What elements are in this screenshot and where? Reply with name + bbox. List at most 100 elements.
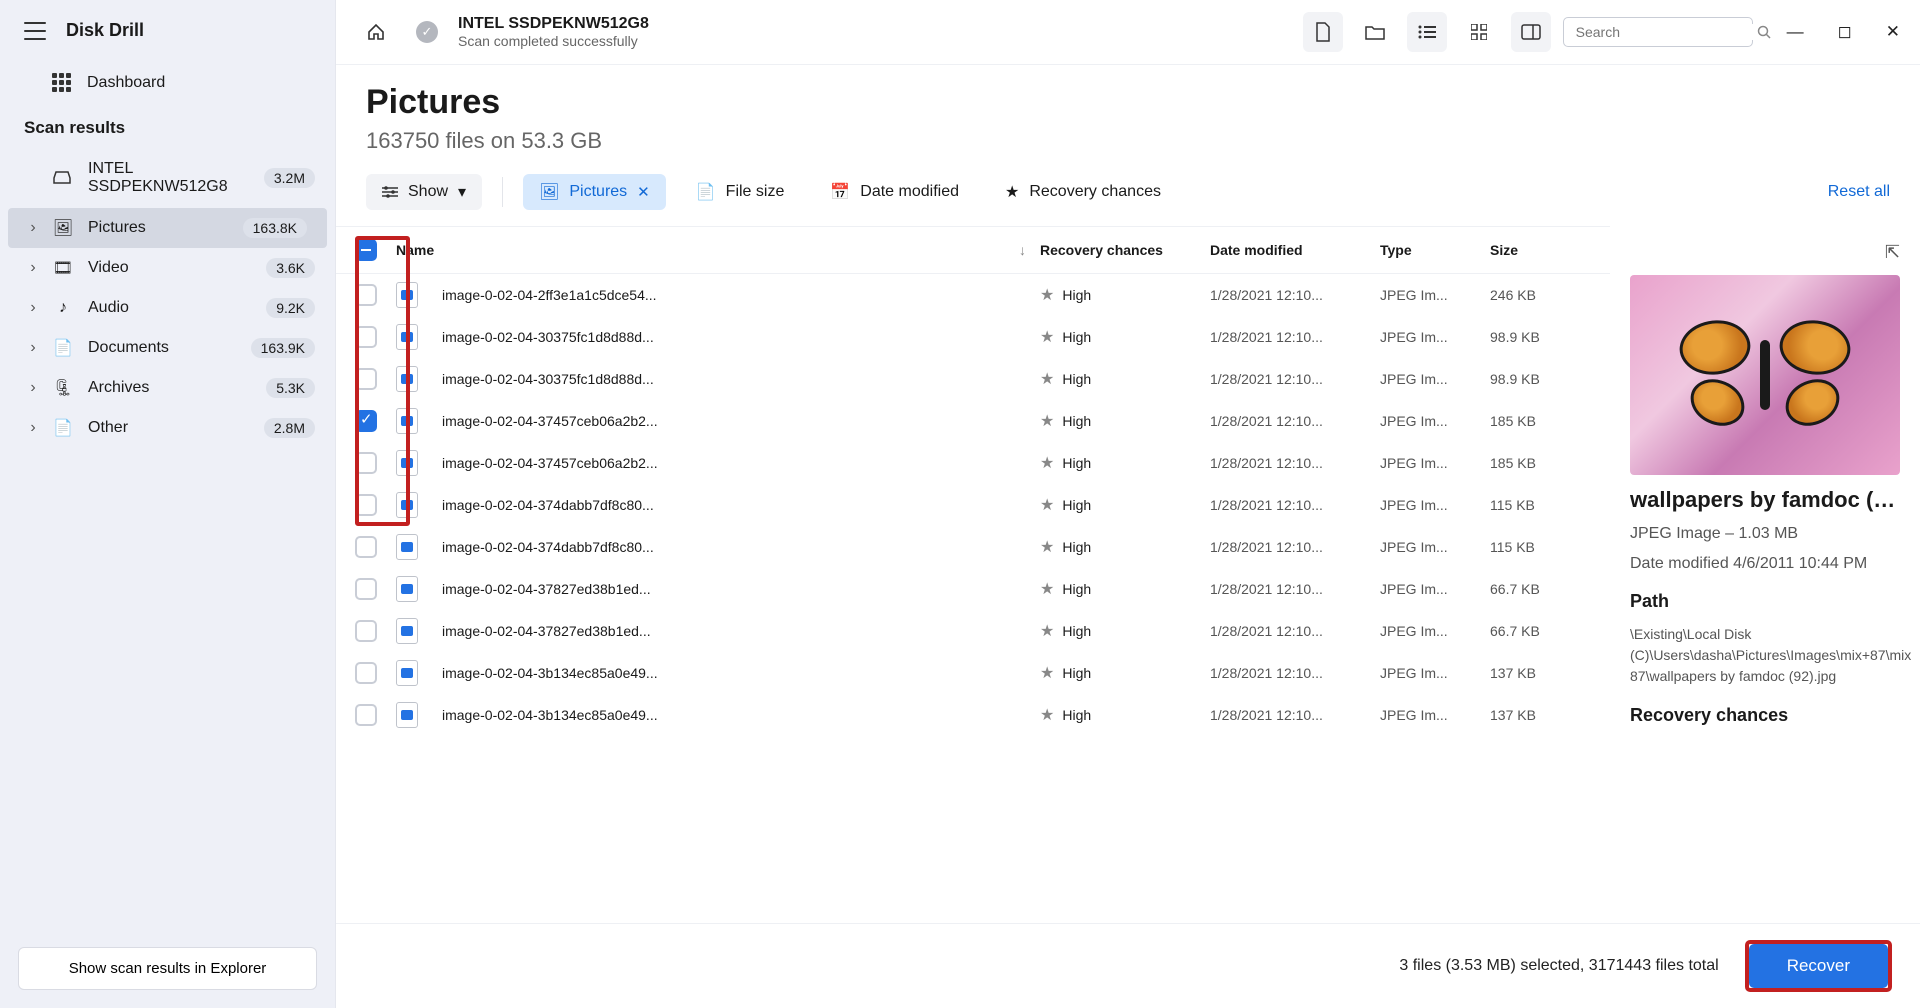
col-type[interactable]: Type <box>1380 242 1412 258</box>
size-value: 185 KB <box>1490 455 1610 471</box>
scan-subtitle: Scan completed successfully <box>458 33 649 49</box>
sidebar-item-archives[interactable]: › 🗜 Archives 5.3K <box>0 368 335 408</box>
filter-icon <box>382 186 398 198</box>
col-size[interactable]: Size <box>1490 242 1518 258</box>
row-checkbox[interactable] <box>355 452 377 474</box>
sidebar-item-video[interactable]: › 🎞 Video 3.6K <box>0 248 335 288</box>
recover-button[interactable]: Recover <box>1749 944 1888 988</box>
file-type-icon <box>396 408 418 434</box>
file-name: image-0-02-04-30375fc1d8d88d... <box>442 329 654 345</box>
row-checkbox[interactable] <box>355 326 377 348</box>
recovery-value: High <box>1062 581 1091 597</box>
recovery-value: High <box>1062 287 1091 303</box>
recovery-value: High <box>1062 497 1091 513</box>
file-name: image-0-02-04-374dabb7df8c80... <box>442 539 654 555</box>
table-row[interactable]: image-0-02-04-2ff3e1a1c5dce54... ★High 1… <box>336 274 1610 316</box>
chevron-right-icon: › <box>28 339 38 357</box>
category-icon: 🗜 <box>52 378 74 398</box>
filter-chip-recovery chances[interactable]: ★ Recovery chances <box>989 174 1177 210</box>
main: ✓ INTEL SSDPEKNW512G8 Scan completed suc… <box>336 0 1920 1008</box>
filter-chip-date modified[interactable]: 📅 Date modified <box>814 174 975 210</box>
preview-title: wallpapers by famdoc (9... <box>1630 487 1900 513</box>
file-icon[interactable] <box>1303 12 1343 52</box>
preview-image <box>1630 275 1900 475</box>
file-table: Name ↓ Recovery chances Date modified Typ… <box>336 226 1610 923</box>
type-value: JPEG Im... <box>1380 455 1490 471</box>
page-title: Pictures <box>366 83 1890 122</box>
table-row[interactable]: image-0-02-04-37457ceb06a2b2... ★High 1/… <box>336 400 1610 442</box>
sidebar-item-pictures[interactable]: › 🖼 Pictures 163.8K <box>8 208 327 248</box>
row-checkbox[interactable] <box>355 368 377 390</box>
type-value: JPEG Im... <box>1380 497 1490 513</box>
file-name: image-0-02-04-3b134ec85a0e49... <box>442 707 658 723</box>
close-icon[interactable]: ✕ <box>1886 22 1900 42</box>
recover-highlight: Recover <box>1745 940 1892 992</box>
date-value: 1/28/2021 12:10... <box>1210 539 1380 555</box>
col-name[interactable]: Name <box>396 242 434 258</box>
table-row[interactable]: image-0-02-04-37827ed38b1ed... ★High 1/2… <box>336 610 1610 652</box>
date-value: 1/28/2021 12:10... <box>1210 497 1380 513</box>
chip-close-icon[interactable]: ✕ <box>637 183 650 201</box>
row-checkbox[interactable] <box>355 578 377 600</box>
panel-view-icon[interactable] <box>1511 12 1551 52</box>
file-type-icon <box>396 702 418 728</box>
sidebar-item-documents[interactable]: › 📄 Documents 163.9K <box>0 328 335 368</box>
maximize-icon[interactable]: ◻ <box>1838 22 1852 42</box>
sidebar-item-other[interactable]: › 📄 Other 2.8M <box>0 408 335 448</box>
table-row[interactable]: image-0-02-04-37457ceb06a2b2... ★High 1/… <box>336 442 1610 484</box>
search-field[interactable] <box>1576 24 1757 40</box>
category-count: 163.8K <box>243 218 307 238</box>
star-icon: ★ <box>1040 329 1054 346</box>
chip-label: File size <box>726 183 785 201</box>
chevron-right-icon: › <box>28 379 38 397</box>
category-count: 9.2K <box>266 298 315 318</box>
row-checkbox[interactable] <box>355 620 377 642</box>
preview-meta: JPEG Image – 1.03 MB <box>1630 525 1900 543</box>
table-row[interactable]: image-0-02-04-30375fc1d8d88d... ★High 1/… <box>336 358 1610 400</box>
chip-icon: ★ <box>1005 182 1019 202</box>
sidebar-item-audio[interactable]: › ♪ Audio 9.2K <box>0 288 335 328</box>
reset-filters[interactable]: Reset all <box>1828 183 1890 201</box>
show-dropdown[interactable]: Show ▾ <box>366 174 482 210</box>
category-label: Other <box>88 419 128 437</box>
row-checkbox[interactable] <box>355 536 377 558</box>
col-date[interactable]: Date modified <box>1210 242 1303 258</box>
open-external-icon[interactable]: ⇱ <box>1885 242 1900 263</box>
table-row[interactable]: image-0-02-04-3b134ec85a0e49... ★High 1/… <box>336 694 1610 736</box>
table-row[interactable]: image-0-02-04-30375fc1d8d88d... ★High 1/… <box>336 316 1610 358</box>
row-checkbox[interactable] <box>355 284 377 306</box>
recovery-value: High <box>1062 623 1091 639</box>
filter-chip-file size[interactable]: 📄 File size <box>680 174 801 210</box>
category-count: 5.3K <box>266 378 315 398</box>
row-checkbox[interactable] <box>355 410 377 432</box>
row-checkbox[interactable] <box>355 662 377 684</box>
scan-title: INTEL SSDPEKNW512G8 <box>458 15 649 33</box>
date-value: 1/28/2021 12:10... <box>1210 665 1380 681</box>
folder-icon[interactable] <box>1355 12 1395 52</box>
minimize-icon[interactable]: — <box>1787 22 1804 42</box>
list-view-icon[interactable] <box>1407 12 1447 52</box>
table-row[interactable]: image-0-02-04-37827ed38b1ed... ★High 1/2… <box>336 568 1610 610</box>
drive-row[interactable]: INTEL SSDPEKNW512G8 3.2M <box>0 148 335 208</box>
home-icon[interactable] <box>356 12 396 52</box>
dashboard-link[interactable]: Dashboard <box>0 61 335 104</box>
hamburger-icon[interactable] <box>24 22 46 40</box>
filter-chip-pictures[interactable]: 🖼 Pictures ✕ <box>523 174 666 210</box>
sort-down-icon[interactable]: ↓ <box>1019 242 1026 258</box>
row-checkbox[interactable] <box>355 494 377 516</box>
table-row[interactable]: image-0-02-04-374dabb7df8c80... ★High 1/… <box>336 526 1610 568</box>
search-input[interactable] <box>1563 17 1753 47</box>
table-row[interactable]: image-0-02-04-374dabb7df8c80... ★High 1/… <box>336 484 1610 526</box>
date-value: 1/28/2021 12:10... <box>1210 287 1380 303</box>
recovery-value: High <box>1062 371 1091 387</box>
row-checkbox[interactable] <box>355 704 377 726</box>
select-all-checkbox[interactable] <box>355 239 377 261</box>
grid-view-icon[interactable] <box>1459 12 1499 52</box>
status-bar: 3 files (3.53 MB) selected, 3171443 file… <box>336 923 1920 1008</box>
show-in-explorer-button[interactable]: Show scan results in Explorer <box>18 947 317 990</box>
topbar: ✓ INTEL SSDPEKNW512G8 Scan completed suc… <box>336 0 1920 65</box>
preview-panel: ⇱ wallpapers by famdoc (9... JPEG Image … <box>1610 226 1920 923</box>
table-row[interactable]: image-0-02-04-3b134ec85a0e49... ★High 1/… <box>336 652 1610 694</box>
status-text: 3 files (3.53 MB) selected, 3171443 file… <box>1399 957 1718 975</box>
col-recovery[interactable]: Recovery chances <box>1040 242 1163 258</box>
